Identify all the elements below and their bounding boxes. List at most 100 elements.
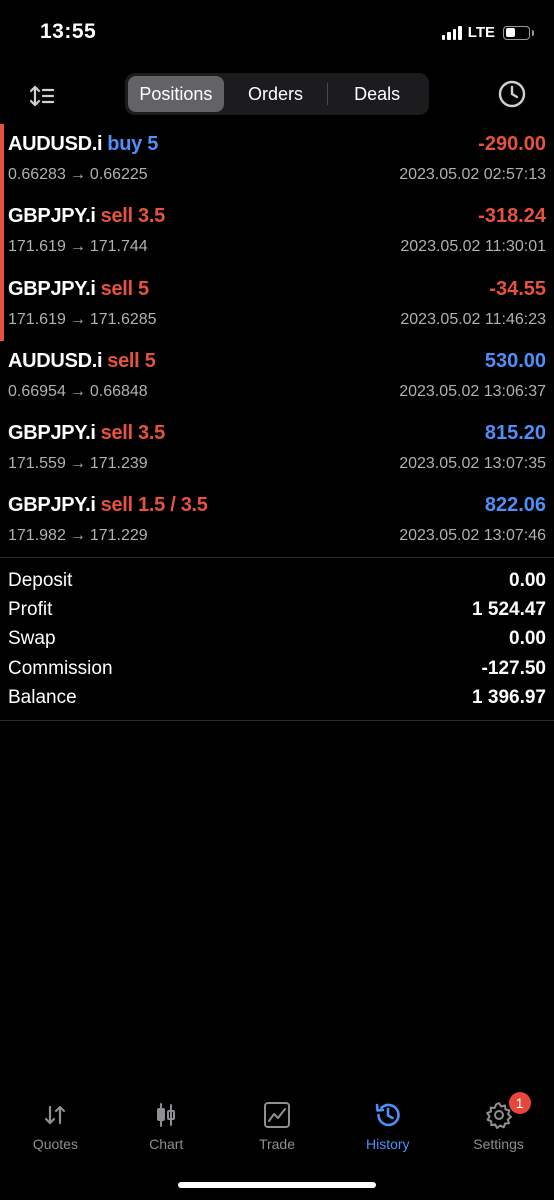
position-prices: 0.66954 → 0.66848 xyxy=(8,383,148,401)
arrow-icon: → xyxy=(69,238,86,256)
history-icon xyxy=(375,1103,400,1127)
tab-trade[interactable]: Trade xyxy=(222,1090,333,1160)
tab-deals[interactable]: Deals xyxy=(328,76,426,112)
signal-icon xyxy=(441,25,462,40)
tab-quotes[interactable]: Quotes xyxy=(0,1090,111,1160)
arrow-icon: → xyxy=(69,310,86,328)
position-volume: sell 1.5 / 3.5 xyxy=(100,494,208,517)
list-item[interactable]: GBPJPY.i sell 3.5 -318.24 171.619 → 171.744… xyxy=(0,196,554,269)
position-volume: sell 3.5 xyxy=(100,422,166,445)
position-symbol: GBPJPY.i xyxy=(8,277,96,300)
tab-label: History xyxy=(366,1136,410,1152)
position-profit: 815.20 xyxy=(484,422,546,445)
segmented-control: Positions Orders Deals xyxy=(125,73,429,115)
open-price: 171.619 xyxy=(8,310,66,328)
divider xyxy=(0,720,554,721)
tab-label: Quotes xyxy=(32,1136,78,1152)
tab-orders[interactable]: Orders xyxy=(224,76,328,112)
close-price: 171.6285 xyxy=(89,310,157,328)
period-clock-button[interactable] xyxy=(496,78,528,110)
close-price: 0.66848 xyxy=(89,382,148,400)
position-prices: 0.66283 → 0.66225 xyxy=(8,166,148,184)
close-price: 0.66225 xyxy=(89,166,148,183)
position-time: 2023.05.02 13:06:37 xyxy=(399,382,546,400)
position-time: 2023.05.02 13:07:46 xyxy=(399,527,546,545)
list-item[interactable]: AUDUSD.i buy 5 -290.00 0.66283 → 0.66225 20… xyxy=(0,124,554,197)
notification-badge: 1 xyxy=(508,1092,531,1114)
list-item[interactable]: AUDUSD.i sell 5 530.00 0.66954 → 0.66848 20… xyxy=(0,341,554,413)
clock-icon xyxy=(498,80,526,108)
position-profit: -290.00 xyxy=(478,133,546,155)
position-time: 2023.05.02 11:46:23 xyxy=(400,310,546,328)
top-bar: Positions Orders Deals xyxy=(0,72,554,116)
position-symbol: AUDUSD.i xyxy=(8,133,103,155)
summary-label: Balance xyxy=(8,687,77,709)
summary-label: Swap xyxy=(8,628,56,650)
summary-value: 0.00 xyxy=(509,628,546,650)
tab-chart[interactable]: Chart xyxy=(111,1090,222,1160)
position-symbol: GBPJPY.i xyxy=(8,422,96,445)
close-price: 171.239 xyxy=(89,455,148,473)
summary-label: Deposit xyxy=(8,569,73,591)
summary-swap: Swap 0.00 xyxy=(8,625,546,654)
status-time: 13:55 xyxy=(40,20,97,43)
arrow-icon: → xyxy=(69,455,86,473)
tab-positions[interactable]: Positions xyxy=(128,76,224,112)
list-item[interactable]: GBPJPY.i sell 1.5 / 3.5 822.06 171.982 → 17… xyxy=(0,485,554,557)
position-time: 2023.05.02 13:07:35 xyxy=(399,455,546,473)
position-time: 2023.05.02 11:30:01 xyxy=(400,238,546,256)
summary-profit: Profit 1 524.47 xyxy=(8,595,546,624)
arrow-icon: → xyxy=(69,382,86,400)
position-symbol: GBPJPY.i xyxy=(8,494,96,517)
divider xyxy=(0,557,554,558)
summary: Deposit 0.00 Profit 1 524.47 Swap 0.00 C… xyxy=(8,566,546,713)
position-volume: sell 3.5 xyxy=(100,205,166,228)
summary-value: -127.50 xyxy=(481,657,546,679)
status-bar: 13:55 LTE xyxy=(0,0,554,68)
position-time: 2023.05.02 02:57:13 xyxy=(399,166,546,183)
tab-label: Trade xyxy=(258,1136,296,1152)
summary-commission: Commission -127.50 xyxy=(8,654,546,683)
position-profit: 530.00 xyxy=(484,349,546,372)
network-type: LTE xyxy=(467,24,495,41)
summary-value: 0.00 xyxy=(509,569,546,591)
trade-icon xyxy=(263,1102,290,1128)
arrow-icon: → xyxy=(69,527,86,545)
tab-bar: Quotes Chart Trade History 1 Settings xyxy=(0,1090,554,1160)
open-price: 171.619 xyxy=(8,238,66,256)
status-indicators: LTE xyxy=(441,24,534,41)
chart-icon xyxy=(157,1103,176,1127)
position-profit: -34.55 xyxy=(489,277,546,300)
arrow-icon: → xyxy=(69,166,86,183)
quotes-icon xyxy=(45,1105,66,1125)
position-prices: 171.619 → 171.6285 xyxy=(8,311,157,329)
position-prices: 171.559 → 171.239 xyxy=(8,455,148,473)
position-symbol: GBPJPY.i xyxy=(8,205,96,228)
tab-settings[interactable]: 1 Settings xyxy=(443,1090,554,1160)
open-price: 0.66954 xyxy=(8,382,66,400)
summary-value: 1 396.97 xyxy=(472,687,546,709)
tab-label: Chart xyxy=(149,1136,184,1152)
open-price: 171.982 xyxy=(8,527,66,545)
list-item[interactable]: GBPJPY.i sell 5 -34.55 171.619 → 171.6285 2… xyxy=(0,268,554,342)
position-profit: 822.06 xyxy=(484,494,546,517)
position-volume: sell 5 xyxy=(100,277,150,300)
summary-label: Profit xyxy=(8,599,53,621)
position-volume: buy 5 xyxy=(107,133,159,155)
summary-label: Commission xyxy=(8,657,113,679)
home-indicator xyxy=(178,1182,376,1188)
position-symbol: AUDUSD.i xyxy=(8,349,103,372)
positions-list: AUDUSD.i buy 5 -290.00 0.66283 → 0.66225 20… xyxy=(0,124,554,558)
tab-history[interactable]: History xyxy=(332,1090,443,1160)
open-price: 171.559 xyxy=(8,455,66,473)
position-profit: -318.24 xyxy=(478,205,546,228)
list-item[interactable]: GBPJPY.i sell 3.5 815.20 171.559 → 171.239 … xyxy=(0,413,554,485)
summary-deposit: Deposit 0.00 xyxy=(8,566,546,595)
close-price: 171.229 xyxy=(89,527,148,545)
open-price: 0.66283 xyxy=(8,166,66,183)
close-price: 171.744 xyxy=(89,238,148,256)
summary-balance: Balance 1 396.97 xyxy=(8,684,546,713)
position-prices: 171.619 → 171.744 xyxy=(8,238,148,256)
battery-icon xyxy=(503,25,534,40)
sort-button[interactable] xyxy=(24,78,60,114)
